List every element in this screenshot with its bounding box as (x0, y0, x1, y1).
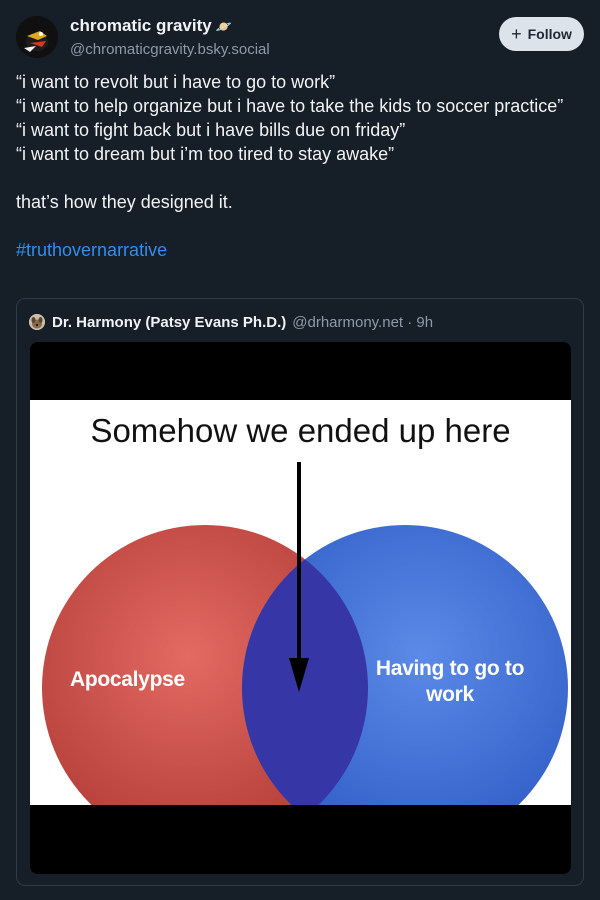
quoted-image[interactable]: Somehow we ended up here Apocalypse Havi… (30, 342, 571, 874)
hashtag-link[interactable]: #truthovernarrative (16, 238, 584, 262)
planet-emoji-icon: 🪐 (215, 19, 232, 34)
plus-icon: + (511, 24, 522, 44)
author-avatar[interactable] (16, 16, 58, 58)
work-label: Having to go to work (375, 657, 525, 706)
apocalypse-label: Apocalypse (70, 668, 185, 691)
post-line: “i want to revolt but i have to go to wo… (16, 72, 336, 92)
follow-button[interactable]: + Follow (499, 17, 584, 51)
post-closing-line: that’s how they designed it. (16, 192, 233, 212)
author-handle[interactable]: @chromaticgravity.bsky.social (70, 40, 270, 60)
post-body: “i want to revolt but i have to go to wo… (16, 70, 584, 262)
venn-meme: Somehow we ended up here Apocalypse Havi… (30, 400, 571, 805)
quoted-post-card[interactable]: Dr. Harmony (Patsy Evans Ph.D.) @drharmo… (16, 298, 584, 886)
dog-avatar-icon (29, 314, 45, 330)
post-line: “i want to fight back but i have bills d… (16, 120, 406, 140)
follow-button-label: Follow (527, 26, 572, 42)
bird-avatar-icon (16, 16, 58, 58)
quoted-author-avatar[interactable] (29, 314, 45, 330)
quoted-post-header: Dr. Harmony (Patsy Evans Ph.D.) @drharmo… (29, 312, 433, 332)
author-display-name[interactable]: chromatic gravity 🪐 (70, 15, 270, 38)
quoted-author-meta[interactable]: @drharmony.net · 9h (292, 314, 433, 331)
post-line: “i want to dream but i’m too tired to st… (16, 144, 395, 164)
quoted-author-name[interactable]: Dr. Harmony (Patsy Evans Ph.D.) (52, 314, 286, 331)
meme-title: Somehow we ended up here (90, 412, 511, 449)
post-header: chromatic gravity 🪐 @chromaticgravity.bsk… (16, 14, 584, 60)
author-name-block: chromatic gravity 🪐 @chromaticgravity.bsk… (70, 15, 270, 60)
author-display-name-text: chromatic gravity (70, 16, 212, 35)
venn-diagram (42, 462, 568, 805)
post-line: “i want to help organize but i have to t… (16, 96, 564, 116)
